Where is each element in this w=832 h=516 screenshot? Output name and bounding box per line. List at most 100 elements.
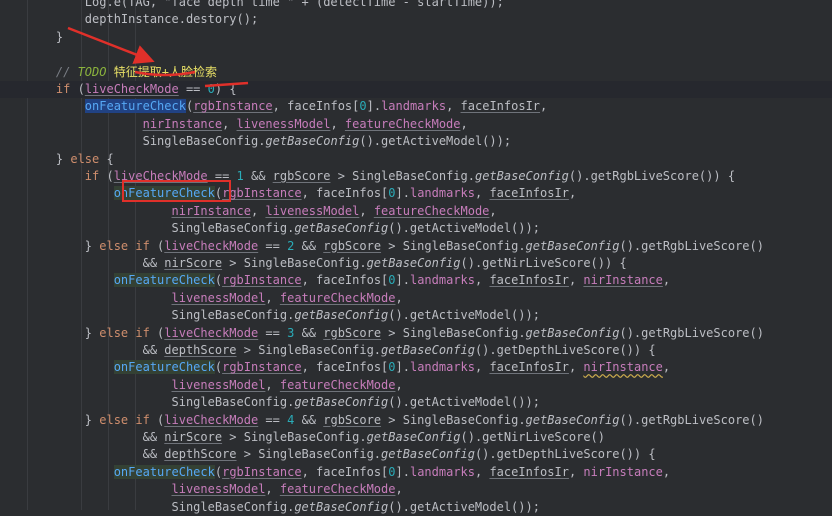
code-token: ,: [250, 203, 266, 218]
code-token: else if: [99, 325, 150, 340]
code-token: onFeatureCheck: [84, 99, 186, 114]
code-line[interactable]: } else if (liveCheckMode == 2 && rgbScor…: [0, 238, 832, 255]
code-token: SingleBaseConfig.: [27, 308, 295, 323]
code-token: getBaseConfig: [525, 325, 620, 340]
code-line[interactable]: onFeatureCheck(rgbInstance, faceInfos[0]…: [0, 98, 832, 115]
code-token: ().getRgbLiveScore(): [619, 325, 764, 340]
code-token: ,: [662, 273, 671, 288]
code-line[interactable]: && depthScore > SingleBaseConfig.getBase…: [0, 446, 832, 463]
code-line[interactable]: && nirScore > SingleBaseConfig.getBaseCo…: [0, 429, 832, 446]
code-line[interactable]: } else if (liveCheckMode == 4 && rgbScor…: [0, 412, 832, 429]
code-token: }: [27, 29, 64, 44]
code-token: ,: [395, 482, 403, 497]
code-editor[interactable]: Log.e(TAG, "face depth time " + (detectT…: [0, 0, 832, 514]
code-token: }: [27, 412, 100, 427]
code-token: 0: [388, 360, 396, 375]
code-line[interactable]: } else if (liveCheckMode == 3 && rgbScor…: [0, 325, 832, 342]
code-token: ().getDepthLiveScore()) {: [474, 447, 656, 462]
code-token: ,: [568, 273, 584, 288]
code-token: , faceInfos[: [301, 464, 389, 479]
code-line[interactable]: SingleBaseConfig.getBaseConfig().getActi…: [0, 499, 832, 516]
code-line[interactable]: // TODO 特征提取+人脸检索: [0, 64, 832, 81]
code-line[interactable]: depthInstance.destory();: [0, 11, 832, 28]
code-token: rgbInstance: [222, 273, 302, 288]
code-token: ().getActiveModel());: [388, 308, 540, 323]
code-token: 0: [359, 99, 367, 114]
code-line[interactable]: SingleBaseConfig.getBaseConfig().getActi…: [0, 133, 832, 150]
code-token: 0: [388, 273, 396, 288]
code-line[interactable]: } else {: [0, 151, 832, 168]
code-token: > SingleBaseConfig.: [381, 238, 526, 253]
code-token: TODO: [77, 64, 107, 79]
code-token: getBaseConfig: [525, 238, 620, 253]
code-token: ,: [265, 482, 280, 497]
code-line[interactable]: nirInstance, livenessModel, featureCheck…: [0, 116, 832, 133]
code-line[interactable]: onFeatureCheck(rgbInstance, faceInfos[0]…: [0, 272, 832, 289]
code-line[interactable]: if (liveCheckMode == 0) {: [0, 81, 832, 99]
code-token: > SingleBaseConfig.: [222, 256, 367, 270]
code-token: nirInstance: [171, 203, 251, 218]
code-token: ().getActiveModel());: [388, 499, 540, 514]
code-line[interactable]: livenessModel, featureCheckMode,: [0, 481, 832, 498]
code-token: depthScore: [164, 343, 237, 357]
code-token: featureCheckMode: [279, 377, 396, 392]
code-token: ,: [446, 99, 461, 114]
code-line[interactable]: Log.e(TAG, "face depth time " + (detectT…: [0, 0, 832, 11]
code-token: ].: [395, 273, 410, 288]
code-token: (: [99, 169, 114, 183]
code-line[interactable]: onFeatureCheck(rgbInstance, faceInfos[0]…: [0, 464, 832, 481]
code-token: if: [84, 169, 100, 183]
code-token: ].: [366, 99, 382, 114]
code-token: featureCheckMode: [279, 290, 396, 305]
code-line[interactable]: SingleBaseConfig.getBaseConfig().getActi…: [0, 394, 832, 411]
code-token: > SingleBaseConfig.: [222, 430, 367, 444]
code-token: onFeatureCheck: [113, 464, 215, 479]
code-token: nirScore: [164, 430, 223, 444]
code-token: landmarks: [409, 273, 475, 288]
code-token: livenessModel: [265, 203, 360, 218]
code-token: liveCheckMode: [164, 238, 259, 253]
code-token: 0: [388, 186, 396, 201]
code-line[interactable]: && nirScore > SingleBaseConfig.getBaseCo…: [0, 255, 832, 272]
code-token: &&: [27, 256, 165, 270]
code-token: faceInfosIr: [489, 273, 569, 288]
code-token: getBaseConfig: [366, 430, 461, 444]
code-token: onFeatureCheck: [113, 273, 215, 288]
code-token: getBaseConfig: [265, 134, 360, 149]
code-line[interactable]: && depthScore > SingleBaseConfig.getBase…: [0, 342, 832, 359]
code-line[interactable]: }: [0, 29, 832, 46]
code-token: SingleBaseConfig.: [27, 395, 295, 410]
code-line[interactable]: onFeatureCheck(rgbInstance, faceInfos[0]…: [0, 185, 832, 202]
code-token: rgbScore: [272, 169, 331, 183]
code-token: &&: [27, 343, 165, 357]
code-line[interactable]: onFeatureCheck(rgbInstance, faceInfos[0]…: [0, 359, 832, 376]
code-token: ==: [178, 82, 208, 96]
code-token: , faceInfos[: [301, 360, 389, 375]
code-line[interactable]: SingleBaseConfig.getBaseConfig().getActi…: [0, 220, 832, 237]
code-token: ,: [568, 464, 584, 479]
code-token: &&: [294, 325, 324, 340]
code-token: ==: [258, 412, 288, 427]
code-token: 0: [388, 464, 396, 479]
code-token: ) {: [214, 82, 237, 96]
code-line[interactable]: livenessModel, featureCheckMode,: [0, 377, 832, 394]
code-line[interactable]: if (liveCheckMode == 1 && rgbScore > Sin…: [0, 168, 832, 185]
code-token: (: [149, 325, 165, 340]
code-token: rgbInstance: [222, 186, 302, 201]
code-token: &&: [27, 447, 165, 462]
code-token: onFeatureCheck: [113, 360, 215, 375]
code-token: getBaseConfig: [381, 447, 475, 462]
code-token: ,: [460, 116, 468, 131]
code-line[interactable]: [0, 46, 832, 63]
code-line[interactable]: livenessModel, featureCheckMode,: [0, 290, 832, 307]
code-token: ,: [330, 116, 345, 131]
code-line[interactable]: nirInstance, livenessModel, featureCheck…: [0, 203, 832, 220]
code-line[interactable]: SingleBaseConfig.getBaseConfig().getActi…: [0, 307, 832, 324]
